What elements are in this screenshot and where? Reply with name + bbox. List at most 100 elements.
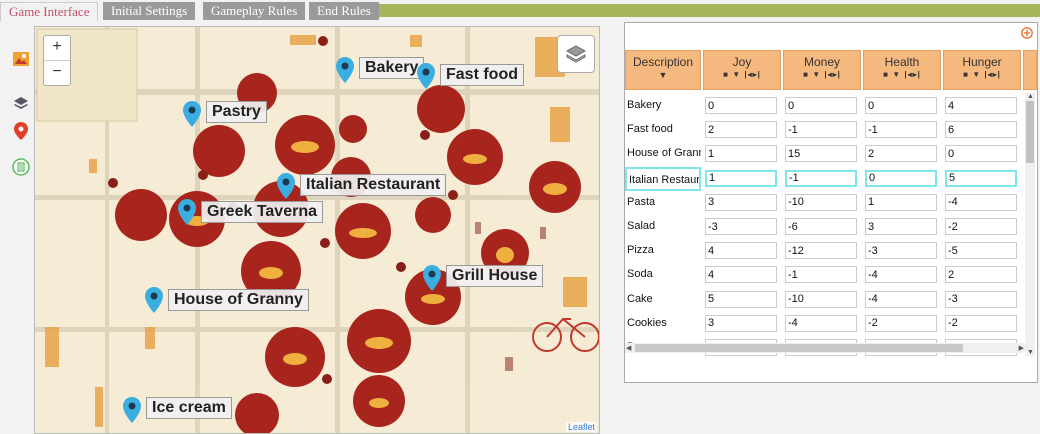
hunger-value-input[interactable]	[945, 121, 1017, 139]
map-marker-icon[interactable]	[423, 265, 441, 291]
column-controls-icon[interactable]: ■ ▼ |◂▸|	[864, 70, 940, 79]
money-value-input[interactable]	[785, 193, 857, 211]
marker-label-pastry[interactable]: Pastry	[206, 101, 267, 123]
hunger-value-input[interactable]	[945, 242, 1017, 260]
money-value-input[interactable]	[785, 218, 857, 235]
health-value-input[interactable]	[865, 218, 937, 235]
tab-game-interface[interactable]: Game Interface	[0, 2, 99, 21]
description-cell[interactable]: Soda	[625, 263, 701, 287]
health-value-input[interactable]	[865, 193, 937, 211]
horizontal-scroll-thumb[interactable]	[635, 344, 963, 352]
location-pin-icon[interactable]	[12, 122, 30, 140]
description-cell[interactable]: Pizza	[625, 239, 701, 263]
game-map[interactable]: + − Bakery Fast food Pastry Italian Rest…	[34, 26, 600, 434]
image-icon[interactable]	[12, 50, 30, 68]
health-value-input[interactable]	[865, 97, 937, 114]
scroll-up-arrow-icon[interactable]: ▲	[1027, 93, 1034, 100]
joy-value-input[interactable]	[705, 314, 777, 332]
joy-value-input[interactable]	[705, 266, 777, 284]
joy-value-input[interactable]	[705, 169, 777, 187]
hunger-value-input[interactable]	[945, 145, 1017, 163]
marker-label-grill-house[interactable]: Grill House	[446, 265, 544, 287]
money-value-input[interactable]	[785, 169, 857, 187]
joy-value-input[interactable]	[705, 145, 777, 163]
money-value-input[interactable]	[785, 145, 857, 163]
column-controls-icon[interactable]: ■ ▼ |◂▸|	[704, 70, 780, 79]
hunger-value-input[interactable]	[945, 290, 1017, 308]
marker-label-italian-restaurant[interactable]: Italian Restaurant	[300, 174, 447, 196]
joy-value-input[interactable]	[705, 121, 777, 139]
tab-initial-settings[interactable]: Initial Settings	[103, 2, 196, 20]
marker-label-ice-cream[interactable]: Ice cream	[146, 397, 232, 419]
add-row-icon[interactable]	[1021, 27, 1033, 39]
horizontal-scrollbar[interactable]: ◀ ▶	[625, 343, 1025, 353]
description-cell[interactable]: Pasta	[625, 191, 701, 215]
leaflet-attribution-link[interactable]: Leaflet	[565, 422, 597, 432]
map-marker-icon[interactable]	[123, 397, 141, 423]
map-marker-icon[interactable]	[183, 101, 201, 127]
layers-icon[interactable]	[12, 94, 30, 112]
column-controls-icon[interactable]: ■ ▼ |◂▸|	[784, 70, 860, 79]
column-header-money[interactable]: Money ■ ▼ |◂▸|	[783, 50, 861, 90]
money-value-input[interactable]	[785, 242, 857, 260]
column-controls-icon[interactable]: ■ ▼ |◂▸|	[944, 70, 1020, 79]
description-cell[interactable]: Bakery	[625, 94, 701, 118]
joy-value-input[interactable]	[705, 218, 777, 235]
parameters-table-panel: Description ▼ Joy ■ ▼ |◂▸| Money ■ ▼ |◂▸…	[624, 22, 1038, 383]
tab-end-rules[interactable]: End Rules	[309, 2, 379, 20]
column-header-joy[interactable]: Joy ■ ▼ |◂▸|	[703, 50, 781, 90]
description-cell[interactable]: Italian Restaurant	[625, 166, 701, 191]
map-marker-icon[interactable]	[417, 63, 435, 89]
sort-caret-icon[interactable]: ▼	[626, 70, 700, 80]
health-value-input[interactable]	[865, 266, 937, 284]
description-cell[interactable]: Fast food	[625, 118, 701, 142]
marker-label-greek-taverna[interactable]: Greek Taverna	[201, 201, 323, 223]
layers-control-button[interactable]	[557, 35, 595, 73]
vertical-scrollbar[interactable]: ▲ ▼	[1025, 93, 1035, 356]
scroll-right-arrow-icon[interactable]: ▶	[1019, 344, 1024, 352]
hunger-value-input[interactable]	[945, 266, 1017, 284]
map-marker-icon[interactable]	[336, 57, 354, 83]
description-cell[interactable]: Cookies	[625, 312, 701, 336]
map-marker-icon[interactable]	[178, 199, 196, 225]
money-value-input[interactable]	[785, 314, 857, 332]
scroll-down-arrow-icon[interactable]: ▼	[1027, 349, 1034, 356]
map-marker-icon[interactable]	[145, 287, 163, 313]
vertical-scroll-thumb[interactable]	[1026, 101, 1034, 163]
hunger-value-input[interactable]	[945, 97, 1017, 114]
map-background	[35, 27, 599, 433]
column-header-description[interactable]: Description ▼	[625, 50, 701, 90]
joy-value-input[interactable]	[705, 97, 777, 114]
description-cell[interactable]: Cake	[625, 288, 701, 312]
health-value-input[interactable]	[865, 169, 937, 187]
health-value-input[interactable]	[865, 290, 937, 308]
health-value-input[interactable]	[865, 314, 937, 332]
column-header-health[interactable]: Health ■ ▼ |◂▸|	[863, 50, 941, 90]
marker-label-bakery[interactable]: Bakery	[359, 57, 425, 79]
description-cell[interactable]: Salad	[625, 215, 701, 239]
map-marker-icon[interactable]	[277, 173, 295, 199]
health-value-input[interactable]	[865, 145, 937, 163]
tab-gameplay-rules[interactable]: Gameplay Rules	[203, 2, 306, 20]
joy-value-input[interactable]	[705, 290, 777, 308]
health-value-input[interactable]	[865, 242, 937, 260]
column-header-hunger[interactable]: Hunger ■ ▼ |◂▸|	[943, 50, 1021, 90]
joy-value-input[interactable]	[705, 193, 777, 211]
zoom-out-button[interactable]: −	[44, 61, 70, 85]
hunger-value-input[interactable]	[945, 169, 1017, 187]
money-value-input[interactable]	[785, 290, 857, 308]
health-value-input[interactable]	[865, 121, 937, 139]
scroll-left-arrow-icon[interactable]: ◀	[626, 344, 631, 352]
joy-value-input[interactable]	[705, 242, 777, 260]
hunger-value-input[interactable]	[945, 218, 1017, 235]
money-value-input[interactable]	[785, 121, 857, 139]
zoom-in-button[interactable]: +	[44, 36, 70, 61]
description-cell[interactable]: House of Granny	[625, 142, 701, 166]
hunger-value-input[interactable]	[945, 193, 1017, 211]
money-value-input[interactable]	[785, 97, 857, 114]
list-icon[interactable]	[12, 158, 30, 176]
money-value-input[interactable]	[785, 266, 857, 284]
hunger-value-input[interactable]	[945, 314, 1017, 332]
marker-label-house-of-granny[interactable]: House of Granny	[168, 289, 309, 311]
marker-label-fast-food[interactable]: Fast food	[440, 64, 524, 86]
